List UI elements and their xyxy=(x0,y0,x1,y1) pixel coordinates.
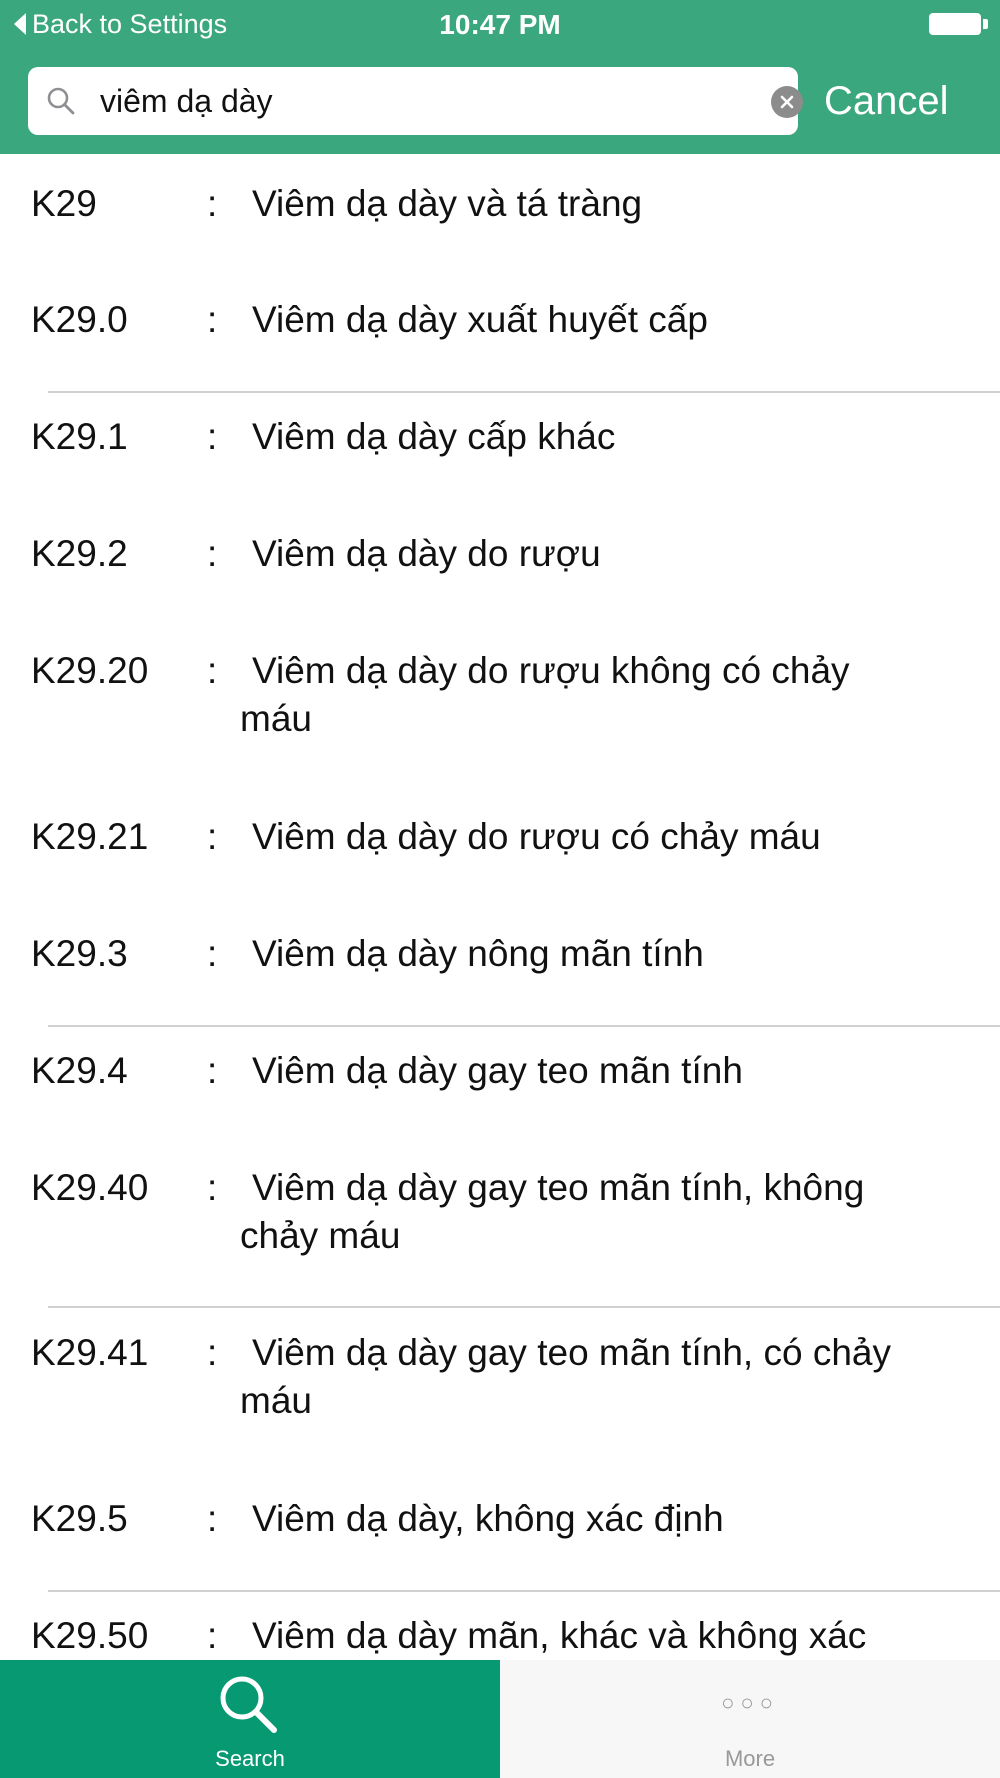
result-description: Viêm dạ dày, không xác định xyxy=(252,1495,992,1543)
result-description-line: Viêm dạ dày nông mãn tính xyxy=(252,933,704,974)
more-dots-icon: ○○○ xyxy=(721,1690,779,1715)
result-description-line: chảy máu xyxy=(240,1215,401,1256)
result-separator: : xyxy=(207,933,218,974)
result-description: Viêm dạ dày gay teo mãn tính xyxy=(252,1047,992,1095)
result-description-line: máu xyxy=(240,1380,312,1421)
tab-bar: Search ○○○ More xyxy=(0,1660,1000,1778)
row-divider xyxy=(48,1025,1000,1027)
result-description-line: Viêm dạ dày do rượu không có chảy xyxy=(252,650,850,691)
search-input[interactable] xyxy=(100,73,740,129)
result-description: Viêm dạ dày do rượu xyxy=(252,530,992,578)
cancel-button[interactable]: Cancel xyxy=(824,74,949,128)
result-separator: : xyxy=(207,650,218,691)
result-description-line: Viêm dạ dày gay teo mãn tính xyxy=(252,1050,743,1091)
result-description-line: Viêm dạ dày, không xác định xyxy=(252,1498,724,1539)
result-description-line: Viêm dạ dày do rượu có chảy máu xyxy=(252,816,821,857)
result-description-line: máu xyxy=(240,698,312,739)
search-bar[interactable] xyxy=(28,67,803,135)
result-code: K29.40 xyxy=(31,1167,149,1208)
result-description-line: Viêm dạ dày và tá tràng xyxy=(252,183,643,224)
result-separator: : xyxy=(207,416,218,457)
row-divider xyxy=(48,1306,1000,1308)
battery-icon xyxy=(929,13,981,35)
result-separator: : xyxy=(207,1167,218,1208)
result-code: K29.2 xyxy=(31,533,128,574)
status-time: 10:47 PM xyxy=(439,9,561,40)
result-code: K29.5 xyxy=(31,1498,128,1539)
result-code: K29.41 xyxy=(31,1332,149,1373)
result-code: K29.1 xyxy=(31,416,128,457)
results-list: K29 : Viêm dạ dày và tá tràng K29.0 : Vi… xyxy=(0,154,1000,1660)
result-description-line: Viêm dạ dày xuất huyết cấp xyxy=(252,299,708,340)
result-description: Viêm dạ dày do rượu không có chảy máu xyxy=(240,647,992,743)
result-separator: : xyxy=(207,1332,218,1373)
row-divider xyxy=(48,391,1000,393)
result-description: Viêm dạ dày xuất huyết cấp xyxy=(252,296,992,344)
result-description: Viêm dạ dày gay teo mãn tính, không chảy … xyxy=(240,1164,992,1260)
result-description: Viêm dạ dày nông mãn tính xyxy=(252,930,992,978)
result-separator: : xyxy=(207,299,218,340)
result-description-line: Viêm dạ dày gay teo mãn tính, không xyxy=(252,1167,865,1208)
search-icon xyxy=(220,1676,277,1733)
result-description: Viêm dạ dày do rượu có chảy máu xyxy=(252,813,992,861)
result-description: Viêm dạ dày mãn, khác và không xác xyxy=(252,1612,992,1660)
clear-icon xyxy=(780,95,794,109)
result-code: K29 xyxy=(31,183,97,224)
row-divider xyxy=(48,1590,1000,1592)
result-description-line: Viêm dạ dày mãn, khác và không xác xyxy=(252,1615,867,1656)
result-separator: : xyxy=(207,533,218,574)
tab-search[interactable]: Search xyxy=(0,1660,500,1778)
clear-search-button[interactable] xyxy=(771,86,803,118)
result-description: Viêm dạ dày gay teo mãn tính, có chảy máu xyxy=(240,1329,992,1425)
result-description-line: Viêm dạ dày gay teo mãn tính, có chảy xyxy=(252,1332,891,1373)
result-separator: : xyxy=(207,816,218,857)
battery-tip xyxy=(983,19,988,29)
status-bar: Back to Settings 10:47 PM xyxy=(0,0,1000,48)
result-description-line: Viêm dạ dày cấp khác xyxy=(252,416,616,457)
tab-more-label: More xyxy=(724,1746,776,1771)
result-code: K29.50 xyxy=(31,1615,149,1656)
result-description: Viêm dạ dày cấp khác xyxy=(252,413,992,461)
result-code: K29.21 xyxy=(31,816,149,857)
result-code: K29.20 xyxy=(31,650,149,691)
tab-more[interactable]: ○○○ More xyxy=(500,1660,1000,1778)
app-header: Back to Settings 10:47 PM Cancel xyxy=(0,0,1000,154)
search-icon xyxy=(47,87,75,115)
result-separator: : xyxy=(207,1498,218,1539)
result-separator: : xyxy=(207,1615,218,1656)
result-code: K29.3 xyxy=(31,933,128,974)
result-separator: : xyxy=(207,1050,218,1091)
result-code: K29.0 xyxy=(31,299,128,340)
result-code: K29.4 xyxy=(31,1050,128,1091)
tab-search-label: Search xyxy=(215,1746,285,1771)
result-description: Viêm dạ dày và tá tràng xyxy=(252,180,992,228)
result-description-line: Viêm dạ dày do rượu xyxy=(252,533,601,574)
result-separator: : xyxy=(207,183,218,224)
